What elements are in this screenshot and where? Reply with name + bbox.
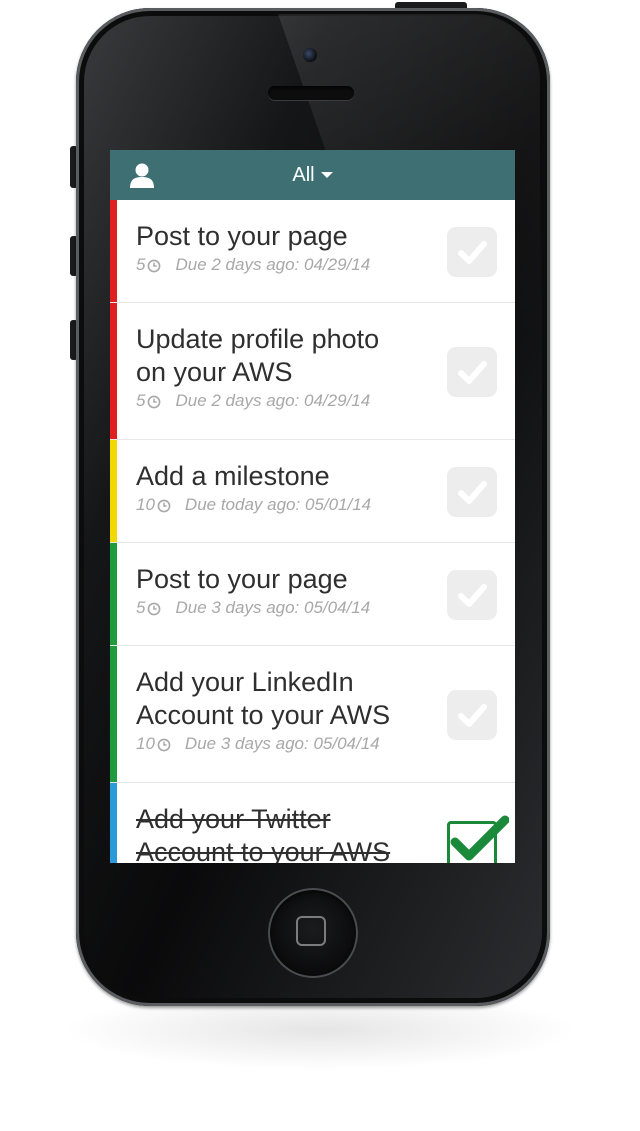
complete-checkbox[interactable]: [447, 570, 497, 620]
task-row[interactable]: Post to your page 5 Due 3 days ago: 05/04/…: [110, 543, 515, 646]
task-title: Add a milestone: [136, 460, 436, 493]
chevron-down-icon: [320, 172, 333, 178]
task-row[interactable]: Update profile photo on your AWS 5 Due 2 da…: [110, 303, 515, 440]
task-title-line: Add your Twitter: [136, 804, 331, 834]
complete-checkbox[interactable]: [447, 347, 497, 397]
task-points: 5: [136, 391, 146, 410]
task-row[interactable]: Post to your page 5 Due 2 days ago: 04/29/…: [110, 200, 515, 303]
task-title-line: Account to your AWS: [136, 700, 391, 730]
task-points: 10: [136, 734, 155, 753]
checkmark-icon: [450, 815, 509, 861]
task-row[interactable]: Add a milestone 10 Due today ago: 05/01/14: [110, 440, 515, 543]
priority-stripe: [110, 440, 117, 542]
complete-checkbox[interactable]: [447, 467, 497, 517]
clock-icon: [147, 258, 161, 273]
clock-icon: [157, 498, 171, 513]
priority-stripe: [110, 543, 117, 645]
priority-stripe: [110, 303, 117, 439]
task-due-date: Due 3 days ago: 05/04/14: [184, 734, 380, 753]
checkmark-icon: [458, 361, 487, 384]
task-due-date: Due 2 days ago: 04/29/14: [175, 255, 371, 274]
task-title: Add your LinkedIn Account to your AWS: [136, 666, 436, 732]
clock-icon: [147, 394, 161, 409]
home-square-icon: [296, 916, 326, 946]
task-title-line: on your AWS: [136, 357, 293, 387]
task-row[interactable]: Add your LinkedIn Account to your AWS 10 Du…: [110, 646, 515, 783]
task-meta: 5 Due 3 days ago: 05/04/14: [136, 598, 370, 618]
complete-checkbox[interactable]: [447, 690, 497, 740]
task-meta: 5 Due 2 days ago: 04/29/14: [136, 391, 370, 411]
task-title-line: Post to your page: [136, 564, 348, 594]
top-nav-bar: All: [110, 150, 515, 200]
filter-label: All: [292, 163, 315, 186]
task-title: Add your Twitter Account to your AWS: [136, 803, 436, 863]
task-points: 10: [136, 495, 155, 514]
task-title-line: Update profile photo: [136, 324, 380, 354]
task-due-date: Due today ago: 05/01/14: [184, 495, 372, 514]
front-camera: [303, 48, 317, 62]
complete-checkbox[interactable]: [447, 227, 497, 277]
checkmark-icon: [458, 584, 487, 607]
task-meta: 5 Due 2 days ago: 04/29/14: [136, 255, 370, 275]
priority-stripe: [110, 200, 117, 302]
filter-dropdown[interactable]: All: [260, 150, 365, 200]
task-title: Update profile photo on your AWS: [136, 323, 436, 389]
priority-stripe: [110, 783, 117, 863]
task-due-date: Due 3 days ago: 05/04/14: [175, 598, 371, 617]
task-title: Post to your page: [136, 563, 436, 596]
task-title-line: Add a milestone: [136, 461, 330, 491]
task-due-date: Due 2 days ago: 04/29/14: [175, 391, 371, 410]
checkmark-icon: [458, 241, 487, 264]
task-row[interactable]: Add your Twitter Account to your AWS: [110, 783, 515, 863]
earpiece-speaker: [268, 86, 354, 100]
checkmark-icon: [458, 704, 487, 727]
task-meta: 10 Due 3 days ago: 05/04/14: [136, 734, 380, 754]
complete-checkbox[interactable]: [447, 815, 509, 863]
task-points: 5: [136, 598, 146, 617]
task-title: Post to your page: [136, 220, 436, 253]
task-title-line: Post to your page: [136, 221, 348, 251]
user-icon[interactable]: [128, 161, 156, 189]
task-meta: 10 Due today ago: 05/01/14: [136, 495, 371, 515]
priority-stripe: [110, 646, 117, 782]
clock-icon: [157, 737, 171, 752]
app-screen: All Post to your page 5 Due 2 days ago: 04…: [110, 150, 515, 863]
clock-icon: [147, 601, 161, 616]
checkmark-icon: [458, 481, 487, 504]
task-list: Post to your page 5 Due 2 days ago: 04/29/…: [110, 200, 515, 863]
task-title-line: Add your LinkedIn: [136, 667, 354, 697]
task-points: 5: [136, 255, 146, 274]
task-title-line: Account to your AWS: [136, 837, 391, 863]
